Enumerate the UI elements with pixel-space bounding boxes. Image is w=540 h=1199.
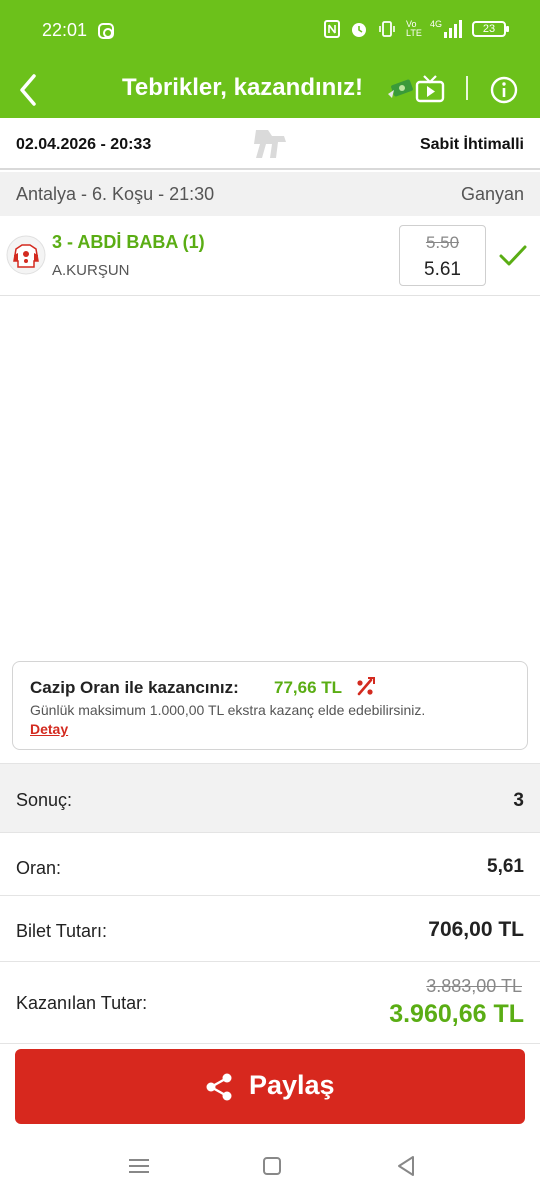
ticket-amount-label: Bilet Tutarı: [16,921,108,941]
share-label: Paylaş [249,1070,335,1100]
race-name: Antalya - 6. Koşu - 21:30 [16,184,215,204]
back-arrow-icon [20,74,36,106]
promo-description: Günlük maksimum 1.000,00 TL ekstra kazan… [30,702,426,718]
odds-label: Oran: [16,858,62,878]
home-button[interactable] [258,1152,286,1180]
ticket-amount-row: Bilet Tutarı: 706,00 TL [0,895,540,961]
bet-type: Sabit İhtimalli [419,136,524,153]
network-type-label: 4G [429,19,442,29]
jockey-name: A.KURŞUN [52,262,130,279]
promo-card: Cazip Oran ile kazancınız: 77,66 TL Günl… [12,661,528,750]
race-row: Antalya - 6. Koşu - 21:30 Ganyan [0,172,540,216]
system-back-button[interactable] [392,1152,420,1180]
live-tv-button[interactable] [414,74,446,104]
vibrate-icon [379,21,395,37]
promo-title: Cazip Oran ile kazancınız: [30,678,239,697]
home-icon [263,1157,281,1175]
app-header: Tebrikler, kazandınız! [0,62,540,118]
status-bar: 22:01 Vo LTE 4G 23 [0,0,540,62]
race-bet-kind: Ganyan [460,184,524,204]
won-amount-row: Kazanılan Tutar: 3.883,00 TL 3.960,66 TL [0,961,540,1044]
horse-name: 3 - ABDİ BABA (1) [52,232,205,252]
recent-apps-button[interactable] [125,1152,153,1180]
info-icon [490,76,518,104]
status-time: 22:01 [42,20,88,40]
result-value: 3 [513,790,524,811]
won-amount-old: 3.883,00 TL [426,976,522,996]
back-button[interactable] [12,70,52,110]
result-row: Sonuç: 3 [0,763,540,832]
race-datetime: 02.04.2026 - 20:33 [16,136,152,153]
odds-old: 5.50 [425,233,460,252]
page-title: Tebrikler, kazandınız! [122,74,363,101]
ticket-amount-value: 706,00 TL [428,918,524,941]
result-label: Sonuç: [16,790,73,810]
instagram-icon [98,23,114,39]
tv-play-icon [415,75,445,103]
promo-detail-link[interactable]: Detay [30,721,68,737]
status-icons: Vo LTE 4G 23 [323,19,509,38]
nfc-icon [323,20,340,38]
selection-row: 3 - ABDİ BABA (1) A.KURŞUN 5.50 5.61 [0,216,540,296]
odds-row: Oran: 5,61 [0,832,540,895]
money-wings-icon [388,79,413,98]
back-icon [398,1156,414,1176]
alarm-icon [351,23,366,37]
odds-box: 5.50 5.61 [399,225,486,286]
promo-amount: 77,66 TL [274,678,343,697]
check-icon [499,245,527,266]
won-amount-value: 3.960,66 TL [389,1000,524,1028]
volte-icon: Vo LTE [405,19,422,38]
share-icon [206,1073,232,1101]
odds-new: 5.61 [424,259,461,280]
battery-icon: 23 [472,21,509,37]
percent-rocket-icon [357,677,375,696]
odds-value: 5,61 [487,856,524,877]
4g-signal-icon: 4G [430,20,462,38]
won-amount-label: Kazanılan Tutar: [16,993,148,1013]
recent-apps-icon [129,1159,149,1173]
header-divider [466,76,468,100]
share-button[interactable]: Paylaş [15,1049,525,1124]
summary-section: Sonuç: 3 Oran: 5,61 Bilet Tutarı: 706,00… [0,763,540,1044]
horse-logo-icon [254,130,286,158]
info-button[interactable] [488,74,520,106]
system-nav-bar [0,1134,540,1199]
jockey-silks-icon [6,235,46,275]
